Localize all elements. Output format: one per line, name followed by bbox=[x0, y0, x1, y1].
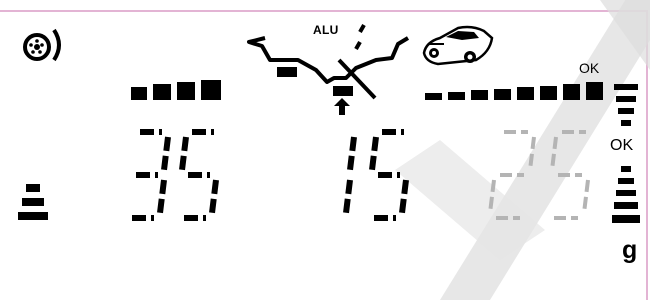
center-digit-2-segment-c bbox=[399, 179, 409, 214]
unit-label: g bbox=[622, 236, 638, 264]
position-arrow-icon bbox=[334, 98, 350, 115]
right-digit-1-segment-e bbox=[488, 179, 496, 214]
ok-lower-label: OK bbox=[610, 137, 634, 154]
symbol-layer bbox=[18, 24, 640, 223]
left-digit-1-segment-b bbox=[161, 136, 171, 171]
car-icon bbox=[422, 25, 494, 66]
center-digit-1-segment-b bbox=[347, 136, 357, 171]
right-digit-2-segment-f bbox=[550, 136, 558, 171]
digit-readouts bbox=[132, 24, 590, 221]
right-digit-1-segment-b bbox=[528, 136, 536, 171]
right-digit-2-segment-c bbox=[582, 179, 590, 214]
center-digit-2-segment-f bbox=[369, 136, 379, 171]
wheel-profile-icon bbox=[247, 36, 410, 100]
plane-digit-segment-b bbox=[358, 24, 366, 33]
center-digit-1-segment-c bbox=[343, 179, 353, 214]
ok-upper-label: OK bbox=[579, 60, 600, 76]
plane-digit-segment-c bbox=[354, 41, 362, 50]
left-level-indicator bbox=[18, 184, 48, 220]
left-imbalance-bar bbox=[131, 80, 221, 100]
wheel-sensor-icon bbox=[23, 28, 61, 62]
right-imbalance-bar bbox=[425, 82, 603, 100]
left-digit-1-segment-c bbox=[157, 179, 167, 214]
left-digit-2-segment-f bbox=[179, 136, 189, 171]
left-digit-2-segment-c bbox=[209, 179, 219, 214]
alu-label: ALU bbox=[313, 23, 339, 37]
balancer-display: ALU OK OK g bbox=[0, 0, 650, 302]
